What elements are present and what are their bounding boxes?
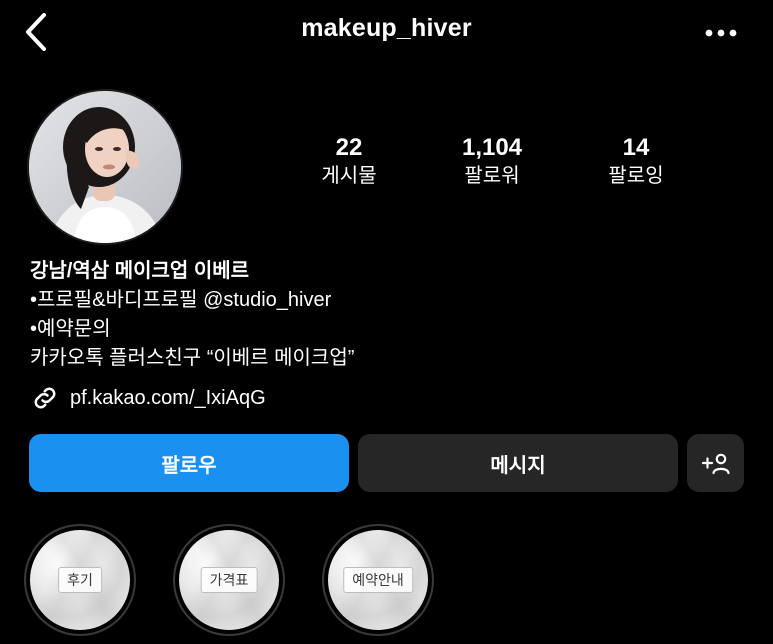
highlight-label: 가격표 xyxy=(200,567,258,593)
profile-photo xyxy=(29,91,181,243)
bio-line: 카카오톡 플러스친구 “이베르 메이크업” xyxy=(30,347,355,369)
following-count: 14 xyxy=(622,134,650,161)
following-label: 팔로잉 xyxy=(608,165,664,187)
bio: 강남/역삼 메이크업 이베르 •프로필&바디프로필 @studio_hiver … xyxy=(30,256,750,373)
add-user-button[interactable] xyxy=(687,434,744,492)
highlight-price-list[interactable]: 가격표 xyxy=(173,524,285,636)
avatar[interactable] xyxy=(29,91,181,243)
followers-stat[interactable]: 1,104 팔로워 xyxy=(427,134,557,189)
page-title: makeup_hiver xyxy=(301,14,472,42)
bio-line: •예약문의 xyxy=(30,318,111,340)
highlight-label: 후기 xyxy=(58,567,102,593)
add-user-icon xyxy=(701,453,730,475)
link-icon xyxy=(34,387,56,409)
following-stat[interactable]: 14 팔로잉 xyxy=(571,134,701,189)
highlight-cover: 예약안내 xyxy=(328,530,428,630)
posts-label: 게시물 xyxy=(321,165,377,187)
profile-name: 강남/역삼 메이크업 이베르 xyxy=(30,260,250,282)
followers-count: 1,104 xyxy=(461,134,523,161)
posts-count: 22 xyxy=(335,134,363,161)
highlight-cover: 가격표 xyxy=(179,530,279,630)
highlight-cover: 후기 xyxy=(30,530,130,630)
highlight-booking-info[interactable]: 예약안내 xyxy=(322,524,434,636)
link-text[interactable]: pf.kakao.com/_IxiAqG xyxy=(70,387,266,410)
posts-stat: 22 게시물 xyxy=(284,134,414,189)
highlight-label: 예약안내 xyxy=(343,567,413,593)
followers-label: 팔로워 xyxy=(464,165,520,187)
message-button[interactable]: 메시지 xyxy=(358,434,678,492)
follow-button[interactable]: 팔로우 xyxy=(29,434,349,492)
highlight-reviews[interactable]: 후기 xyxy=(24,524,136,636)
profile-screen: makeup_hiver 22 게시물 1,104 팔로워 14 팔로잉 강남/… xyxy=(0,0,773,644)
bio-link[interactable]: pf.kakao.com/_IxiAqG xyxy=(30,383,266,413)
more-horizontal-icon xyxy=(705,29,737,37)
more-options-button[interactable] xyxy=(697,16,745,50)
bio-line: •프로필&바디프로필 @studio_hiver xyxy=(30,289,332,311)
